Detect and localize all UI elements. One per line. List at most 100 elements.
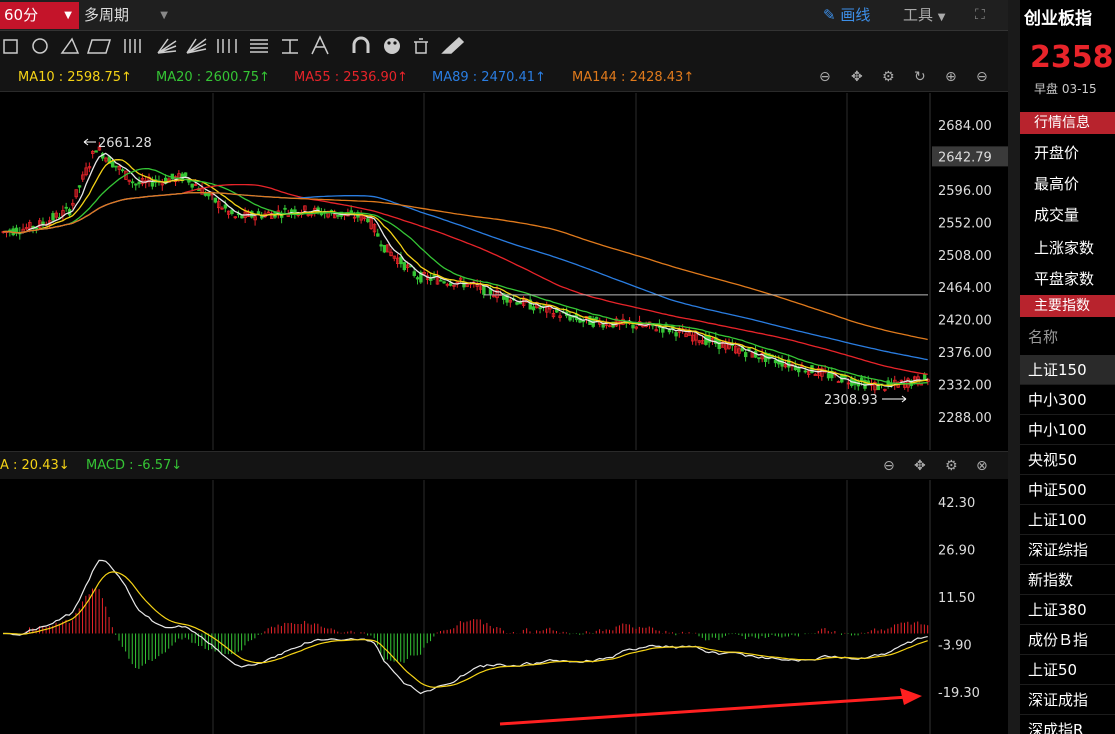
candle-body (38, 220, 42, 228)
candle-body (740, 346, 745, 352)
kline-chart[interactable]: 2684.00 2596.00 2552.00 2508.00 2464.00 2420.… (0, 0, 1008, 734)
rectangle-tool-icon[interactable] (3, 39, 18, 54)
candle-body (336, 214, 340, 217)
candle-body (879, 383, 884, 386)
candle-body (346, 212, 350, 217)
ma-line (2, 191, 928, 341)
circle-tool-icon[interactable] (32, 38, 48, 54)
candle-body (120, 169, 125, 172)
candle-body (780, 359, 784, 367)
candle-body (220, 207, 224, 210)
gear-icon[interactable]: ⚙ (882, 63, 895, 92)
price-tick-label: 2420.00 (938, 314, 992, 329)
candle-body (611, 321, 615, 328)
fullscreen-icon[interactable]: ⛶ (975, 4, 985, 26)
divergence-arrow (499, 695, 909, 726)
collapse-icon[interactable]: ⊖ (883, 452, 895, 480)
angle-tool-icon[interactable] (60, 37, 80, 54)
index-list-item[interactable]: 央视50 (1020, 445, 1115, 475)
palette-icon[interactable] (384, 38, 400, 54)
candle-body (644, 324, 648, 327)
level-tool-icon[interactable] (282, 39, 298, 54)
index-list-item[interactable]: 深成指R (1020, 715, 1115, 734)
candle-body (81, 174, 85, 180)
candle-body (243, 211, 247, 218)
candle-body (667, 329, 672, 333)
candle-body (293, 209, 297, 215)
period-selector[interactable]: 60分 ▼ (0, 2, 79, 29)
index-list-item[interactable]: 上证380 (1020, 595, 1115, 625)
candle-body (246, 211, 251, 217)
close-icon[interactable]: ⊗ (976, 452, 988, 480)
vertical-lines-tool-icon[interactable] (124, 39, 141, 53)
refresh-icon[interactable]: ↻ (914, 63, 926, 92)
magnet-icon[interactable] (352, 36, 370, 53)
fib-lines-tool-icon[interactable] (217, 39, 237, 53)
index-list-item[interactable]: 中小100 (1020, 415, 1115, 445)
candle-body (654, 329, 658, 332)
candle-body (482, 283, 486, 295)
candle-body (399, 256, 403, 265)
quote-info-header[interactable]: 行情信息 (1020, 112, 1115, 134)
ma-line (2, 159, 928, 386)
draw-line-label: 画线 (840, 6, 871, 24)
chevron-down-icon: ▼ (937, 12, 946, 23)
index-list-item[interactable]: 成份Ｂ指 (1020, 625, 1115, 655)
candle-body (339, 211, 344, 217)
tools-menu-button[interactable]: 工具 ▼ (903, 4, 946, 26)
index-list-item[interactable]: 上证100 (1020, 505, 1115, 535)
candle-body (303, 205, 307, 211)
candle-body (883, 388, 887, 391)
move-icon[interactable]: ✥ (914, 452, 926, 480)
candle-body (889, 383, 894, 386)
price-tick-label: 2464.00 (938, 281, 992, 296)
delete-icon[interactable] (414, 38, 428, 54)
candle-body (492, 295, 496, 298)
candle-body (773, 359, 778, 364)
candle-body (273, 211, 277, 218)
candle-body (8, 229, 12, 233)
index-list-item[interactable]: 上证50 (1020, 655, 1115, 685)
collapse-icon[interactable]: ⊖ (819, 63, 831, 92)
text-tool-icon[interactable] (311, 35, 329, 55)
candle-body (747, 348, 751, 350)
parallelogram-tool-icon[interactable] (86, 39, 112, 54)
candle-body (790, 364, 794, 367)
index-price: 2358. (1030, 40, 1115, 75)
candle-body (535, 302, 539, 309)
index-list-item[interactable]: 深证综指 (1020, 535, 1115, 565)
multi-period-selector[interactable]: 多周期 ▼ (84, 2, 174, 29)
arrowhead-icon (900, 688, 922, 705)
low-price-label: 2308.93 (824, 393, 878, 408)
zoom-out-icon[interactable]: ⊖ (976, 63, 988, 92)
candle-body (700, 340, 705, 345)
candle-body (525, 299, 529, 303)
candle-body (574, 313, 579, 321)
candle-body (48, 220, 52, 225)
index-list-item[interactable]: 深证成指 (1020, 685, 1115, 715)
gann-fan-tool-icon[interactable] (157, 38, 177, 54)
candle-body (846, 382, 851, 385)
draw-line-button[interactable]: ✎ 画线 (823, 4, 870, 26)
candle-body (899, 379, 904, 382)
candle-body (657, 324, 662, 328)
session-info: 早盘 03-15 (1034, 82, 1097, 96)
edit-icon[interactable] (441, 36, 465, 54)
candle-body (110, 161, 115, 168)
candle-body (279, 215, 284, 218)
index-list-item[interactable]: 新指数 (1020, 565, 1115, 595)
zoom-in-icon[interactable]: ⊕ (945, 63, 957, 92)
candle-body (18, 232, 22, 235)
main-index-header[interactable]: 主要指数 (1020, 295, 1115, 317)
candle-body (160, 181, 165, 186)
index-list-item[interactable]: 上证150 (1020, 355, 1115, 385)
fib-fan-tool-icon[interactable] (186, 38, 207, 54)
fib-retracement-tool-icon[interactable] (250, 39, 268, 53)
candle-body (495, 289, 499, 299)
move-icon[interactable]: ✥ (851, 63, 863, 92)
candle-body (442, 281, 446, 284)
gear-icon[interactable]: ⚙ (945, 452, 958, 480)
index-list-item[interactable]: 中证500 (1020, 475, 1115, 505)
price-tick-label: 2288.00 (938, 411, 992, 426)
index-list-item[interactable]: 中小300 (1020, 385, 1115, 415)
